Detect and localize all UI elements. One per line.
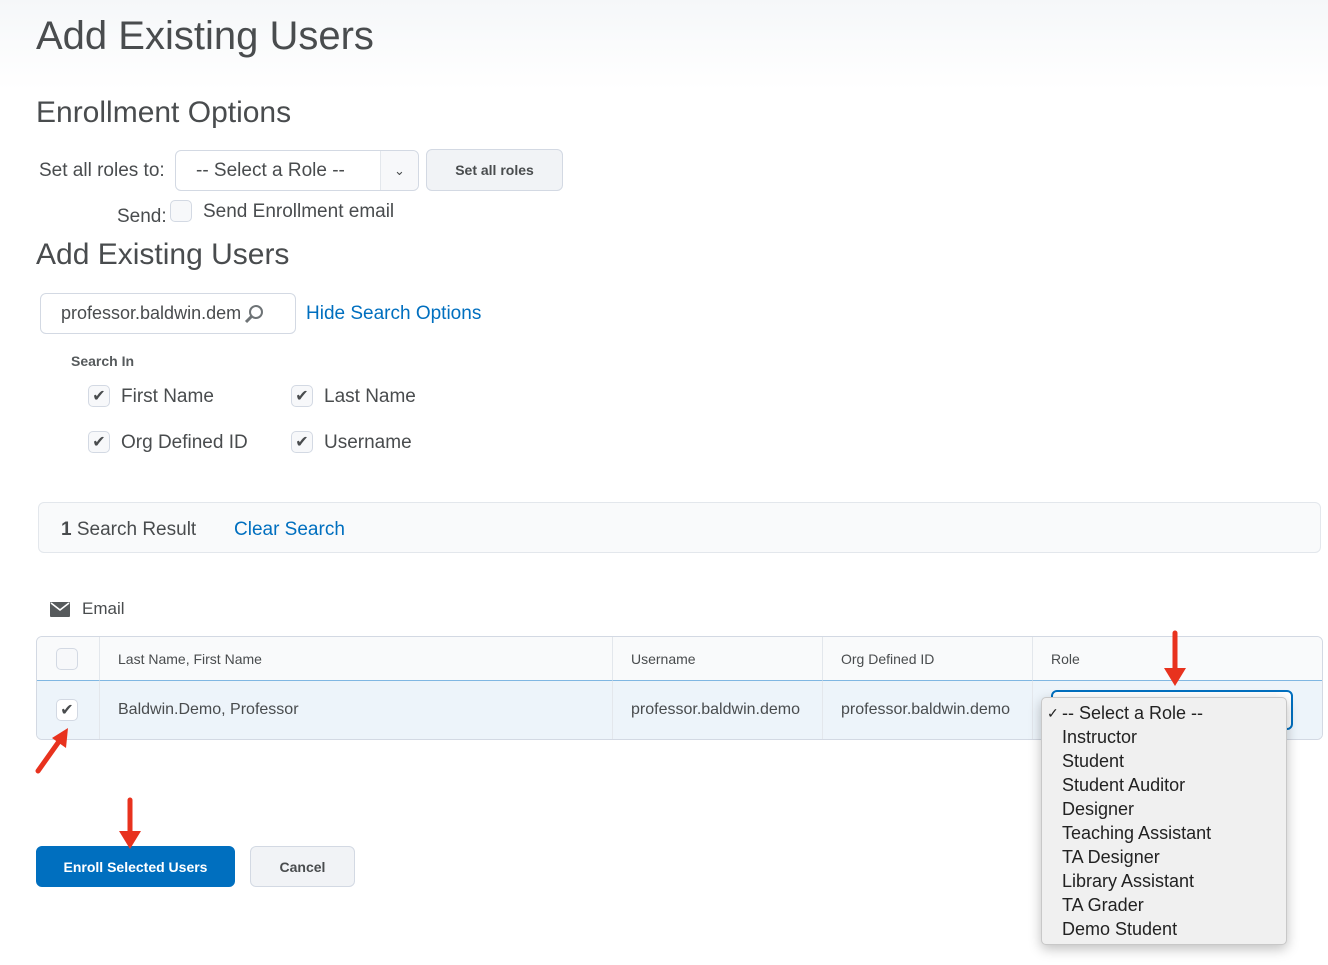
row-checkbox[interactable]: ✔: [56, 699, 78, 721]
role-option[interactable]: Instructor: [1042, 725, 1286, 749]
row-username: professor.baldwin.demo: [613, 680, 823, 739]
table-header: Last Name, First Name Username Org Defin…: [37, 637, 1322, 680]
row-org-id: professor.baldwin.demo: [823, 680, 1033, 739]
enroll-selected-users-button[interactable]: Enroll Selected Users: [36, 846, 235, 887]
page-title: Add Existing Users: [36, 14, 374, 58]
envelope-icon: [50, 601, 70, 617]
select-value: -- Select a Role --: [196, 159, 345, 181]
search-input[interactable]: professor.baldwin.dem: [40, 293, 296, 334]
role-option[interactable]: Student Auditor: [1042, 773, 1286, 797]
role-option[interactable]: Demo Student: [1042, 917, 1286, 941]
role-option[interactable]: TA Designer: [1042, 845, 1286, 869]
role-option[interactable]: ✓ -- Select a Role --: [1042, 701, 1286, 725]
send-email-label: Send Enrollment email: [203, 201, 395, 222]
search-value: professor.baldwin.dem: [61, 303, 242, 323]
column-role: Role: [1033, 637, 1322, 680]
org-id-label: Org Defined ID: [121, 432, 248, 453]
org-id-checkbox[interactable]: ✔: [88, 431, 110, 453]
username-label: Username: [324, 432, 412, 453]
send-label: Send:: [117, 206, 167, 227]
role-option[interactable]: Library Assistant: [1042, 869, 1286, 893]
column-username[interactable]: Username: [613, 637, 823, 680]
username-checkbox[interactable]: ✔: [291, 431, 313, 453]
first-name-label: First Name: [121, 386, 214, 407]
set-roles-label: Set all roles to:: [39, 160, 165, 181]
email-button[interactable]: Email: [50, 599, 125, 619]
search-in-label: Search In: [71, 353, 135, 369]
cancel-button[interactable]: Cancel: [250, 846, 355, 887]
role-dropdown-menu[interactable]: ✓ -- Select a Role -- Instructor Student …: [1041, 697, 1287, 945]
role-option[interactable]: Teaching Assistant: [1042, 821, 1286, 845]
column-name[interactable]: Last Name, First Name: [100, 637, 613, 680]
set-all-roles-button[interactable]: Set all roles: [426, 149, 563, 191]
first-name-checkbox[interactable]: ✔: [88, 385, 110, 407]
set-all-roles-select[interactable]: -- Select a Role -- ⌄: [175, 150, 419, 191]
row-name: Baldwin.Demo, Professor: [100, 680, 613, 739]
clear-search-link[interactable]: Clear Search: [234, 519, 345, 541]
last-name-checkbox[interactable]: ✔: [291, 385, 313, 407]
checkmark-icon: ✓: [1047, 705, 1059, 721]
results-count: 1 Search Result: [61, 519, 197, 540]
add-users-heading: Add Existing Users: [36, 238, 290, 271]
hide-search-options-link[interactable]: Hide Search Options: [306, 303, 481, 325]
role-option[interactable]: TA Grader: [1042, 893, 1286, 917]
arrow-to-checkbox: [35, 737, 63, 774]
role-option[interactable]: Student: [1042, 749, 1286, 773]
last-name-label: Last Name: [324, 386, 416, 407]
search-results-bar: 1 Search Result Clear Search: [38, 502, 1321, 553]
enrollment-heading: Enrollment Options: [36, 96, 292, 129]
chevron-down-icon: ⌄: [380, 151, 418, 190]
role-option[interactable]: Designer: [1042, 797, 1286, 821]
send-email-checkbox[interactable]: [170, 200, 192, 222]
search-icon[interactable]: [243, 303, 265, 325]
column-org-id[interactable]: Org Defined ID: [823, 637, 1033, 680]
select-all-checkbox[interactable]: [56, 647, 78, 670]
